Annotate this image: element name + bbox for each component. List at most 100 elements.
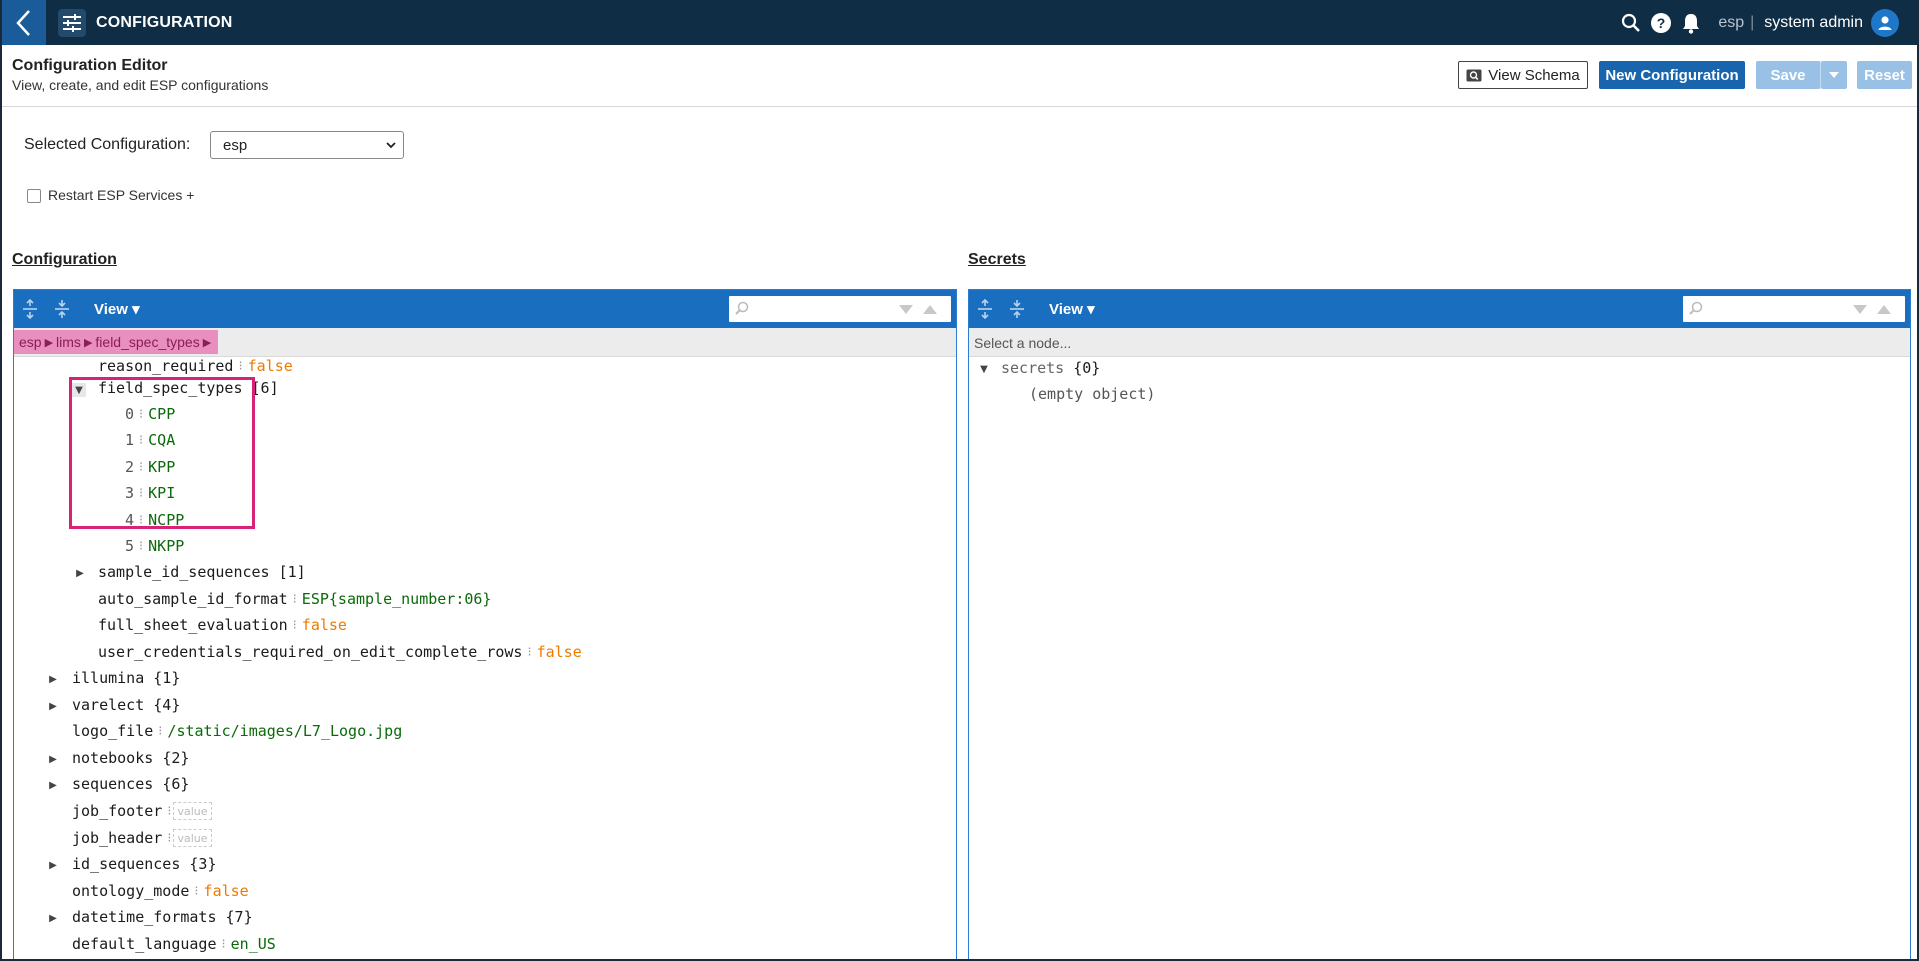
tree-row[interactable]: reason_required ⁝ false [98,355,293,377]
tree-key[interactable]: illumina [72,669,144,687]
tree-key[interactable]: job_footer [72,802,162,820]
tree-key[interactable]: full_sheet_evaluation [98,616,288,634]
tree-row[interactable]: datetime_formats {7} [72,906,253,928]
expand-all-icon[interactable] [969,290,1001,328]
expand-toggle-icon[interactable]: ▶ [46,911,60,925]
tree-value[interactable]: false [204,882,249,900]
expand-all-icon[interactable] [14,290,46,328]
configuration-section-title: Configuration [12,251,117,268]
search-prev-icon[interactable] [1877,305,1891,314]
back-button[interactable] [2,0,46,45]
tree-row[interactable]: 5 ⁝ NKPP [106,535,184,557]
tree-search-input[interactable] [729,296,951,322]
tree-key[interactable]: id_sequences [72,855,180,873]
tree-row[interactable]: sequences {6} [72,773,189,795]
tree-value[interactable]: false [248,357,293,375]
tree-key[interactable]: field_spec_types [98,379,243,397]
breadcrumb-item[interactable]: esp [19,334,42,350]
help-icon[interactable]: ? [1646,8,1676,38]
expand-toggle-icon[interactable]: ▶ [46,672,60,686]
view-schema-button[interactable]: View Schema [1458,61,1588,89]
empty-value-field[interactable]: value [173,802,212,820]
tree-row[interactable]: 1 ⁝ CQA [106,429,175,451]
empty-value-field[interactable]: value [173,829,212,847]
tree-row[interactable]: 2 ⁝ KPP [106,456,175,478]
tree-key[interactable]: default_language [72,935,217,953]
tree-row[interactable]: sample_id_sequences [1] [98,561,306,583]
tree-key[interactable]: varelect [72,696,144,714]
save-dropdown-button[interactable] [1821,61,1847,89]
tree-row[interactable]: logo_file ⁝/static/images/L7_Logo.jpg [72,720,402,742]
tree-row[interactable]: job_header ⁝ value [72,827,212,849]
expand-toggle-icon[interactable]: ▶ [46,778,60,792]
collapse-all-icon[interactable] [1001,290,1033,328]
tree-row[interactable]: user_credentials_required_on_edit_comple… [98,641,582,663]
tree-row[interactable]: id_sequences {3} [72,853,217,875]
tree-key[interactable]: secrets [1001,359,1064,377]
tree-value[interactable]: KPI [148,484,175,502]
tree-row[interactable]: job_footer ⁝ value [72,800,212,822]
tree-key[interactable]: ontology_mode [72,882,189,900]
tree-search-input[interactable] [1683,296,1905,322]
back-chevron-icon [16,9,30,36]
collapse-toggle-icon[interactable]: ▼ [72,383,86,397]
expand-toggle-icon[interactable]: ▶ [46,752,60,766]
tree-row[interactable]: 0 ⁝ CPP [106,403,175,425]
tree-row[interactable]: field_spec_types [6] [98,377,279,399]
new-configuration-button[interactable]: New Configuration [1599,61,1745,89]
tree-row[interactable]: varelect {4} [72,694,180,716]
search-icon[interactable] [1616,8,1646,38]
tree-key[interactable]: user_credentials_required_on_edit_comple… [98,643,522,661]
tree-key[interactable]: logo_file [72,722,153,740]
tree-key[interactable]: notebooks [72,749,153,767]
restart-services-label[interactable]: Restart ESP Services + [48,187,194,203]
tree-value[interactable]: false [302,616,347,634]
expand-toggle-icon[interactable]: ▶ [46,699,60,713]
tree-key[interactable]: datetime_formats [72,908,217,926]
tree-value[interactable]: /static/images/L7_Logo.jpg [167,722,402,740]
bell-icon[interactable] [1676,8,1706,38]
expand-toggle-icon[interactable]: ▶ [46,858,60,872]
tree-key[interactable]: auto_sample_id_format [98,590,288,608]
tree-row[interactable]: illumina {1} [72,667,180,689]
tree-value[interactable]: ESP{sample_number:06} [302,590,492,608]
tree-value[interactable]: false [537,643,582,661]
tree-row[interactable]: 4 ⁝ NCPP [106,509,184,531]
tree-key[interactable]: sample_id_sequences [98,563,270,581]
tree-row[interactable]: auto_sample_id_format ⁝ ESP{sample_number:… [98,588,491,610]
tree-key[interactable]: reason_required [98,357,233,375]
tree-key[interactable]: job_header [72,829,162,847]
collapse-all-icon[interactable] [46,290,78,328]
reset-button[interactable]: Reset [1857,61,1912,89]
configuration-select[interactable]: esp [210,131,404,159]
tree-row[interactable]: secrets {0} [1001,357,1100,379]
collapse-toggle-icon[interactable]: ▼ [977,362,991,376]
breadcrumb-item[interactable]: field_spec_types [95,334,199,350]
tree-row[interactable]: full_sheet_evaluation ⁝ false [98,614,347,636]
tree-value[interactable]: CPP [148,405,175,423]
save-button[interactable]: Save [1756,61,1821,89]
configuration-editor: View ▾ esp ▶ lims ▶ field_spec_types ▶ reas… [13,289,957,959]
tree-row[interactable]: 3 ⁝ KPI [106,482,175,504]
tree-row[interactable]: notebooks {2} [72,747,189,769]
tree-key[interactable]: sequences [72,775,153,793]
tree-value[interactable]: CQA [148,431,175,449]
app-window: CONFIGURATION ? esp | system admin Confi… [0,0,1919,961]
tree-row[interactable]: default_language ⁝ en_US [72,933,276,955]
search-next-icon[interactable] [899,305,913,314]
tenant-label[interactable]: esp [1718,14,1744,32]
tree-value[interactable]: KPP [148,458,175,476]
view-menu[interactable]: View ▾ [1049,300,1095,318]
tree-value[interactable]: NCPP [148,511,184,529]
user-avatar-icon[interactable] [1871,8,1899,37]
tree-value[interactable]: NKPP [148,537,184,555]
tree-row[interactable]: ontology_mode ⁝ false [72,880,249,902]
breadcrumb-item[interactable]: lims [56,334,81,350]
search-next-icon[interactable] [1853,305,1867,314]
view-menu[interactable]: View ▾ [94,300,140,318]
expand-toggle-icon[interactable]: ▶ [73,566,87,580]
tree-value[interactable]: en_US [231,935,276,953]
search-prev-icon[interactable] [923,305,937,314]
restart-services-checkbox[interactable] [27,189,41,203]
username-label[interactable]: system admin [1764,14,1863,32]
